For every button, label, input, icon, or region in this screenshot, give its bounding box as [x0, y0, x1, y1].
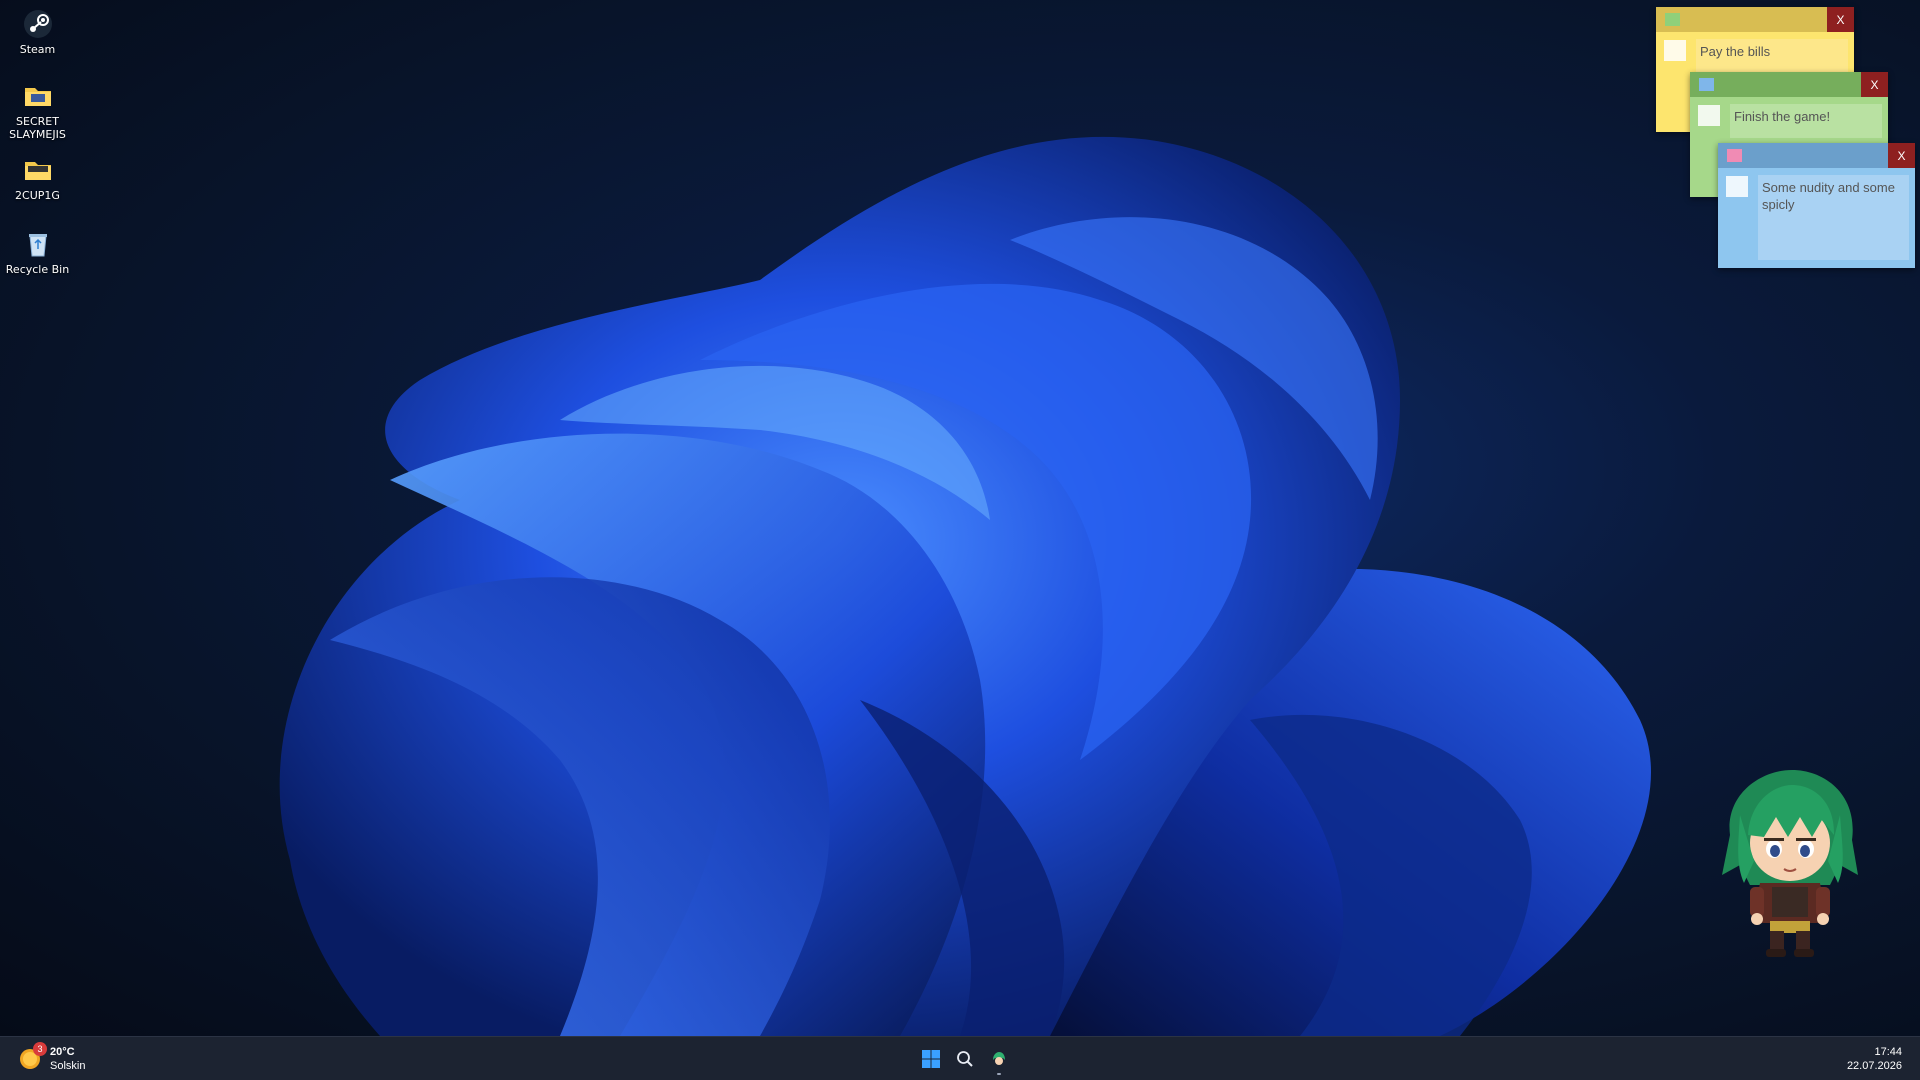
taskbar-app-mascot[interactable]: [983, 1043, 1015, 1075]
search-icon: [957, 1051, 973, 1067]
note-close-button[interactable]: X: [1827, 7, 1854, 32]
start-button[interactable]: [915, 1043, 947, 1075]
weather-widget[interactable]: 3 20°C Solskin: [18, 1042, 86, 1074]
note-title-bar[interactable]: X: [1656, 7, 1854, 32]
desktop-icon-recycle-bin[interactable]: Recycle Bin: [2, 228, 73, 276]
note-text[interactable]: Pay the bills: [1696, 39, 1848, 73]
note-text[interactable]: Some nudity and some spicly: [1758, 175, 1909, 260]
recycle-bin-icon: [28, 234, 47, 257]
folder-icon: [24, 88, 51, 106]
sticky-note-blue[interactable]: X Some nudity and some spicly: [1718, 143, 1915, 268]
taskbar: 3 20°C Solskin 17:44 22.07.2026: [0, 1036, 1920, 1080]
note-checkbox[interactable]: [1698, 105, 1720, 126]
desktop-mascot-character[interactable]: [1700, 765, 1880, 960]
weather-temperature: 20°C: [50, 1046, 75, 1058]
weather-condition: Solskin: [50, 1060, 86, 1072]
desktop-icon-label: SECRET SLAYMEJIS: [9, 115, 66, 141]
taskbar-center: [915, 1043, 1015, 1075]
bloom-wallpaper: [279, 136, 1651, 1036]
note-text[interactable]: Finish the game!: [1730, 104, 1882, 138]
folder-icon: [24, 162, 51, 180]
note-close-button[interactable]: X: [1861, 72, 1888, 97]
clock-date: 22.07.2026: [1846, 1060, 1902, 1072]
desktop-icon-label: Recycle Bin: [5, 263, 70, 276]
windows-start-icon: [922, 1050, 940, 1068]
system-clock[interactable]: 17:44 22.07.2026: [1847, 1045, 1902, 1073]
steam-icon: [23, 10, 52, 38]
weather-badge: 3: [33, 1042, 47, 1056]
weather-sun-icon: 3: [18, 1042, 47, 1071]
note-color-swatch[interactable]: [1665, 13, 1680, 26]
search-button[interactable]: [949, 1043, 981, 1075]
note-color-swatch[interactable]: [1699, 78, 1714, 91]
desktop-icon-label: 2CUP1G: [15, 189, 60, 202]
note-title-bar[interactable]: X: [1718, 143, 1915, 168]
note-checkbox[interactable]: [1664, 40, 1686, 61]
note-title-bar[interactable]: X: [1690, 72, 1888, 97]
clock-time: 17:44: [1874, 1046, 1902, 1058]
mascot-app-icon: [993, 1052, 1005, 1065]
desktop-icon-secret-slaymejis[interactable]: SECRET SLAYMEJIS: [2, 80, 73, 141]
desktop: Steam SECRET SLAYMEJIS 2CUP1G Recycle Bi…: [0, 0, 1920, 1036]
desktop-icon-label: Steam: [19, 43, 56, 56]
note-close-button[interactable]: X: [1888, 143, 1915, 168]
running-indicator: [997, 1073, 1001, 1075]
note-color-swatch[interactable]: [1727, 149, 1742, 162]
note-checkbox[interactable]: [1726, 176, 1748, 197]
desktop-icon-2cup1g[interactable]: 2CUP1G: [2, 154, 73, 202]
desktop-icon-steam[interactable]: Steam: [2, 8, 73, 56]
